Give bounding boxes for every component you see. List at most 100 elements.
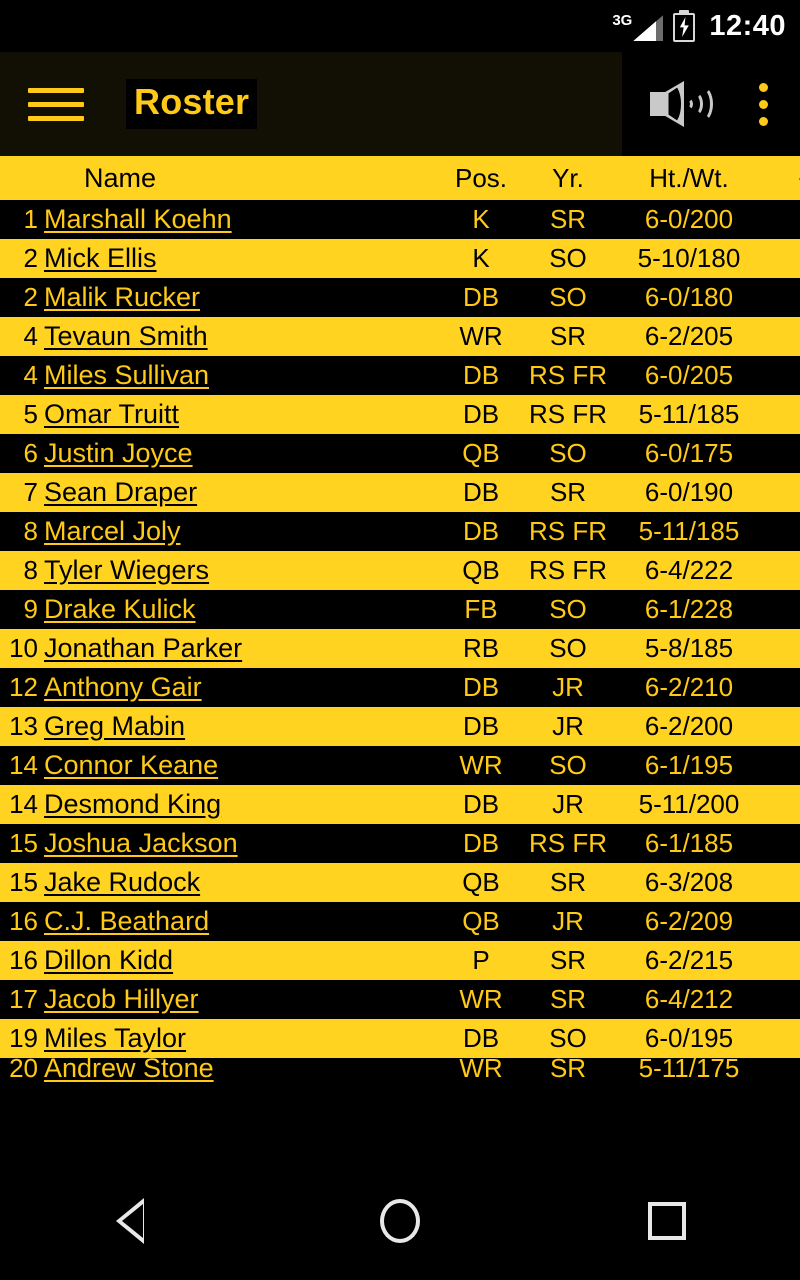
player-name-link[interactable]: Marcel Joly <box>44 516 181 546</box>
player-year: RS FR <box>529 828 607 858</box>
table-row[interactable]: 14 Connor Keane WR SO 6-1/195 <box>0 746 800 785</box>
player-name-link[interactable]: Malik Rucker <box>44 282 200 312</box>
table-row[interactable]: 19Miles TaylorDBSO6-0/195★ <box>0 1019 800 1058</box>
player-name-cell: Dillon Kidd <box>40 945 440 976</box>
player-height-weight: 6-2/205 <box>644 321 734 351</box>
player-number: 15 <box>9 828 38 858</box>
player-name-link[interactable]: Jacob Hillyer <box>44 984 199 1014</box>
player-name-link[interactable]: Sean Draper <box>44 477 197 507</box>
table-row[interactable]: 20 Andrew Stone WR SR 5-11/175 <box>0 1058 800 1088</box>
table-row[interactable]: 16 Dillon Kidd P SR 6-2/215 <box>0 941 800 980</box>
player-height-weight: 6-2/209 <box>644 906 734 936</box>
table-row[interactable]: 1 Marshall Koehn K SR 6-0/200 <box>0 200 800 239</box>
player-year: RS FR <box>529 399 607 429</box>
player-height-weight: 5-8/185 <box>644 633 734 663</box>
table-row[interactable]: 9 Drake Kulick FB SO 6-1/228 <box>0 590 800 629</box>
table-row[interactable]: 8Marcel JolyDBRS FR5-11/185★ <box>0 512 800 551</box>
player-name-link[interactable]: Connor Keane <box>44 750 218 780</box>
player-name-link[interactable]: Miles Sullivan <box>44 360 209 390</box>
player-position: WR <box>459 984 503 1014</box>
signal-bars-icon <box>633 15 664 41</box>
player-name-cell: Sean Draper <box>40 477 440 508</box>
player-position: K <box>472 204 490 234</box>
player-year: SR <box>549 1058 587 1083</box>
player-name-link[interactable]: Tyler Wiegers <box>44 555 209 585</box>
player-year: SO <box>549 594 587 624</box>
player-name-cell: Tyler Wiegers <box>40 555 440 586</box>
header-name[interactable]: Name <box>40 163 440 194</box>
nav-home-button[interactable] <box>325 1162 475 1280</box>
table-row[interactable]: 17Jacob HillyerWRSR6-4/212★ <box>0 980 800 1019</box>
player-position: K <box>472 243 490 273</box>
player-year: SR <box>549 204 587 234</box>
table-row[interactable]: 8Tyler WiegersQBRS FR6-4/222★ <box>0 551 800 590</box>
player-height-weight: 5-11/175 <box>638 1058 740 1083</box>
player-name-link[interactable]: Miles Taylor <box>44 1023 186 1053</box>
table-row[interactable]: 2Malik RuckerDBSO6-0/180★ <box>0 278 800 317</box>
app-bar: Roster <box>0 52 800 156</box>
player-name-link[interactable]: Joshua Jackson <box>44 828 238 858</box>
player-height-weight: 6-0/205 <box>644 360 734 390</box>
table-row[interactable]: 14Desmond KingDBJR5-11/200★ <box>0 785 800 824</box>
player-number: 20 <box>9 1058 38 1083</box>
player-number: 13 <box>9 711 38 741</box>
player-name-cell: Greg Mabin <box>40 711 440 742</box>
player-year: SR <box>549 477 587 507</box>
player-name-link[interactable]: Omar Truitt <box>44 399 179 429</box>
player-height-weight: 5-11/200 <box>638 789 740 819</box>
table-row[interactable]: 4 Miles Sullivan DB RS FR 6-0/205 <box>0 356 800 395</box>
player-name-link[interactable]: Drake Kulick <box>44 594 196 624</box>
player-number: 16 <box>9 906 38 936</box>
table-row[interactable]: 4Tevaun SmithWRSR6-2/205★ <box>0 317 800 356</box>
player-name-link[interactable]: Justin Joyce <box>44 438 193 468</box>
player-name-cell: Anthony Gair <box>40 672 440 703</box>
player-name-link[interactable]: Tevaun Smith <box>44 321 208 351</box>
player-name-link[interactable]: Mick Ellis <box>44 243 157 273</box>
player-year: RS FR <box>529 555 607 585</box>
player-name-link[interactable]: Greg Mabin <box>44 711 185 741</box>
player-name-link[interactable]: Dillon Kidd <box>44 945 173 975</box>
player-name-link[interactable]: Jake Rudock <box>44 867 200 897</box>
player-number: 12 <box>9 672 38 702</box>
player-name-link[interactable]: Anthony Gair <box>44 672 202 702</box>
player-height-weight: 5-10/180 <box>637 243 741 273</box>
table-row[interactable]: 5Omar TruittDBRS FR5-11/185★ <box>0 395 800 434</box>
player-name-link[interactable]: Andrew Stone <box>44 1058 214 1083</box>
table-row[interactable]: 10 Jonathan Parker RB SO 5-8/185 <box>0 629 800 668</box>
volume-speaker-button[interactable] <box>630 52 726 156</box>
nav-recents-button[interactable] <box>592 1162 742 1280</box>
app-bar-left-section: Roster <box>0 52 622 156</box>
player-name-link[interactable]: Marshall Koehn <box>44 204 232 234</box>
table-row[interactable]: 16C.J. BeathardQBJR6-2/209★ <box>0 902 800 941</box>
player-year: JR <box>552 672 584 702</box>
player-position: DB <box>462 282 500 312</box>
player-position: WR <box>459 1058 503 1083</box>
signal-icon: 3G <box>612 11 664 41</box>
header-yr[interactable]: Yr. <box>522 163 614 194</box>
player-year: SR <box>549 984 587 1014</box>
table-row[interactable]: 7Sean DraperDBSR6-0/190★ <box>0 473 800 512</box>
player-name-link[interactable]: C.J. Beathard <box>44 906 209 936</box>
roster-table[interactable]: Name Pos. Yr. Ht./Wt. S 1Marshall Koehn K… <box>0 156 800 1090</box>
player-height-weight: 5-11/185 <box>638 516 740 546</box>
header-pos[interactable]: Pos. <box>440 163 522 194</box>
table-row[interactable]: 15Jake RudockQBSR6-3/208★ <box>0 863 800 902</box>
table-row[interactable]: 6 Justin Joyce QB SO 6-0/175 <box>0 434 800 473</box>
nav-back-button[interactable] <box>58 1162 208 1280</box>
player-year: SO <box>549 438 587 468</box>
table-row[interactable]: 15 Joshua Jackson DB RS FR 6-1/185 <box>0 824 800 863</box>
player-year: SO <box>549 243 587 273</box>
player-name-cell: Mick Ellis <box>40 243 440 274</box>
hamburger-menu-icon[interactable] <box>28 82 84 126</box>
player-number: 8 <box>23 555 38 585</box>
player-position: QB <box>462 438 500 468</box>
player-name-link[interactable]: Desmond King <box>44 789 221 819</box>
overflow-menu-icon[interactable] <box>726 52 800 156</box>
header-htwt[interactable]: Ht./Wt. <box>614 163 764 194</box>
table-row[interactable]: 12Anthony GairDBJR6-2/210★ <box>0 668 800 707</box>
page-title-highlight: Roster <box>126 79 258 129</box>
player-name-link[interactable]: Jonathan Parker <box>44 633 242 663</box>
player-number: 6 <box>23 438 38 468</box>
table-row[interactable]: 2 Mick Ellis K SO 5-10/180 <box>0 239 800 278</box>
table-row[interactable]: 13Greg MabinDBJR6-2/200★ <box>0 707 800 746</box>
